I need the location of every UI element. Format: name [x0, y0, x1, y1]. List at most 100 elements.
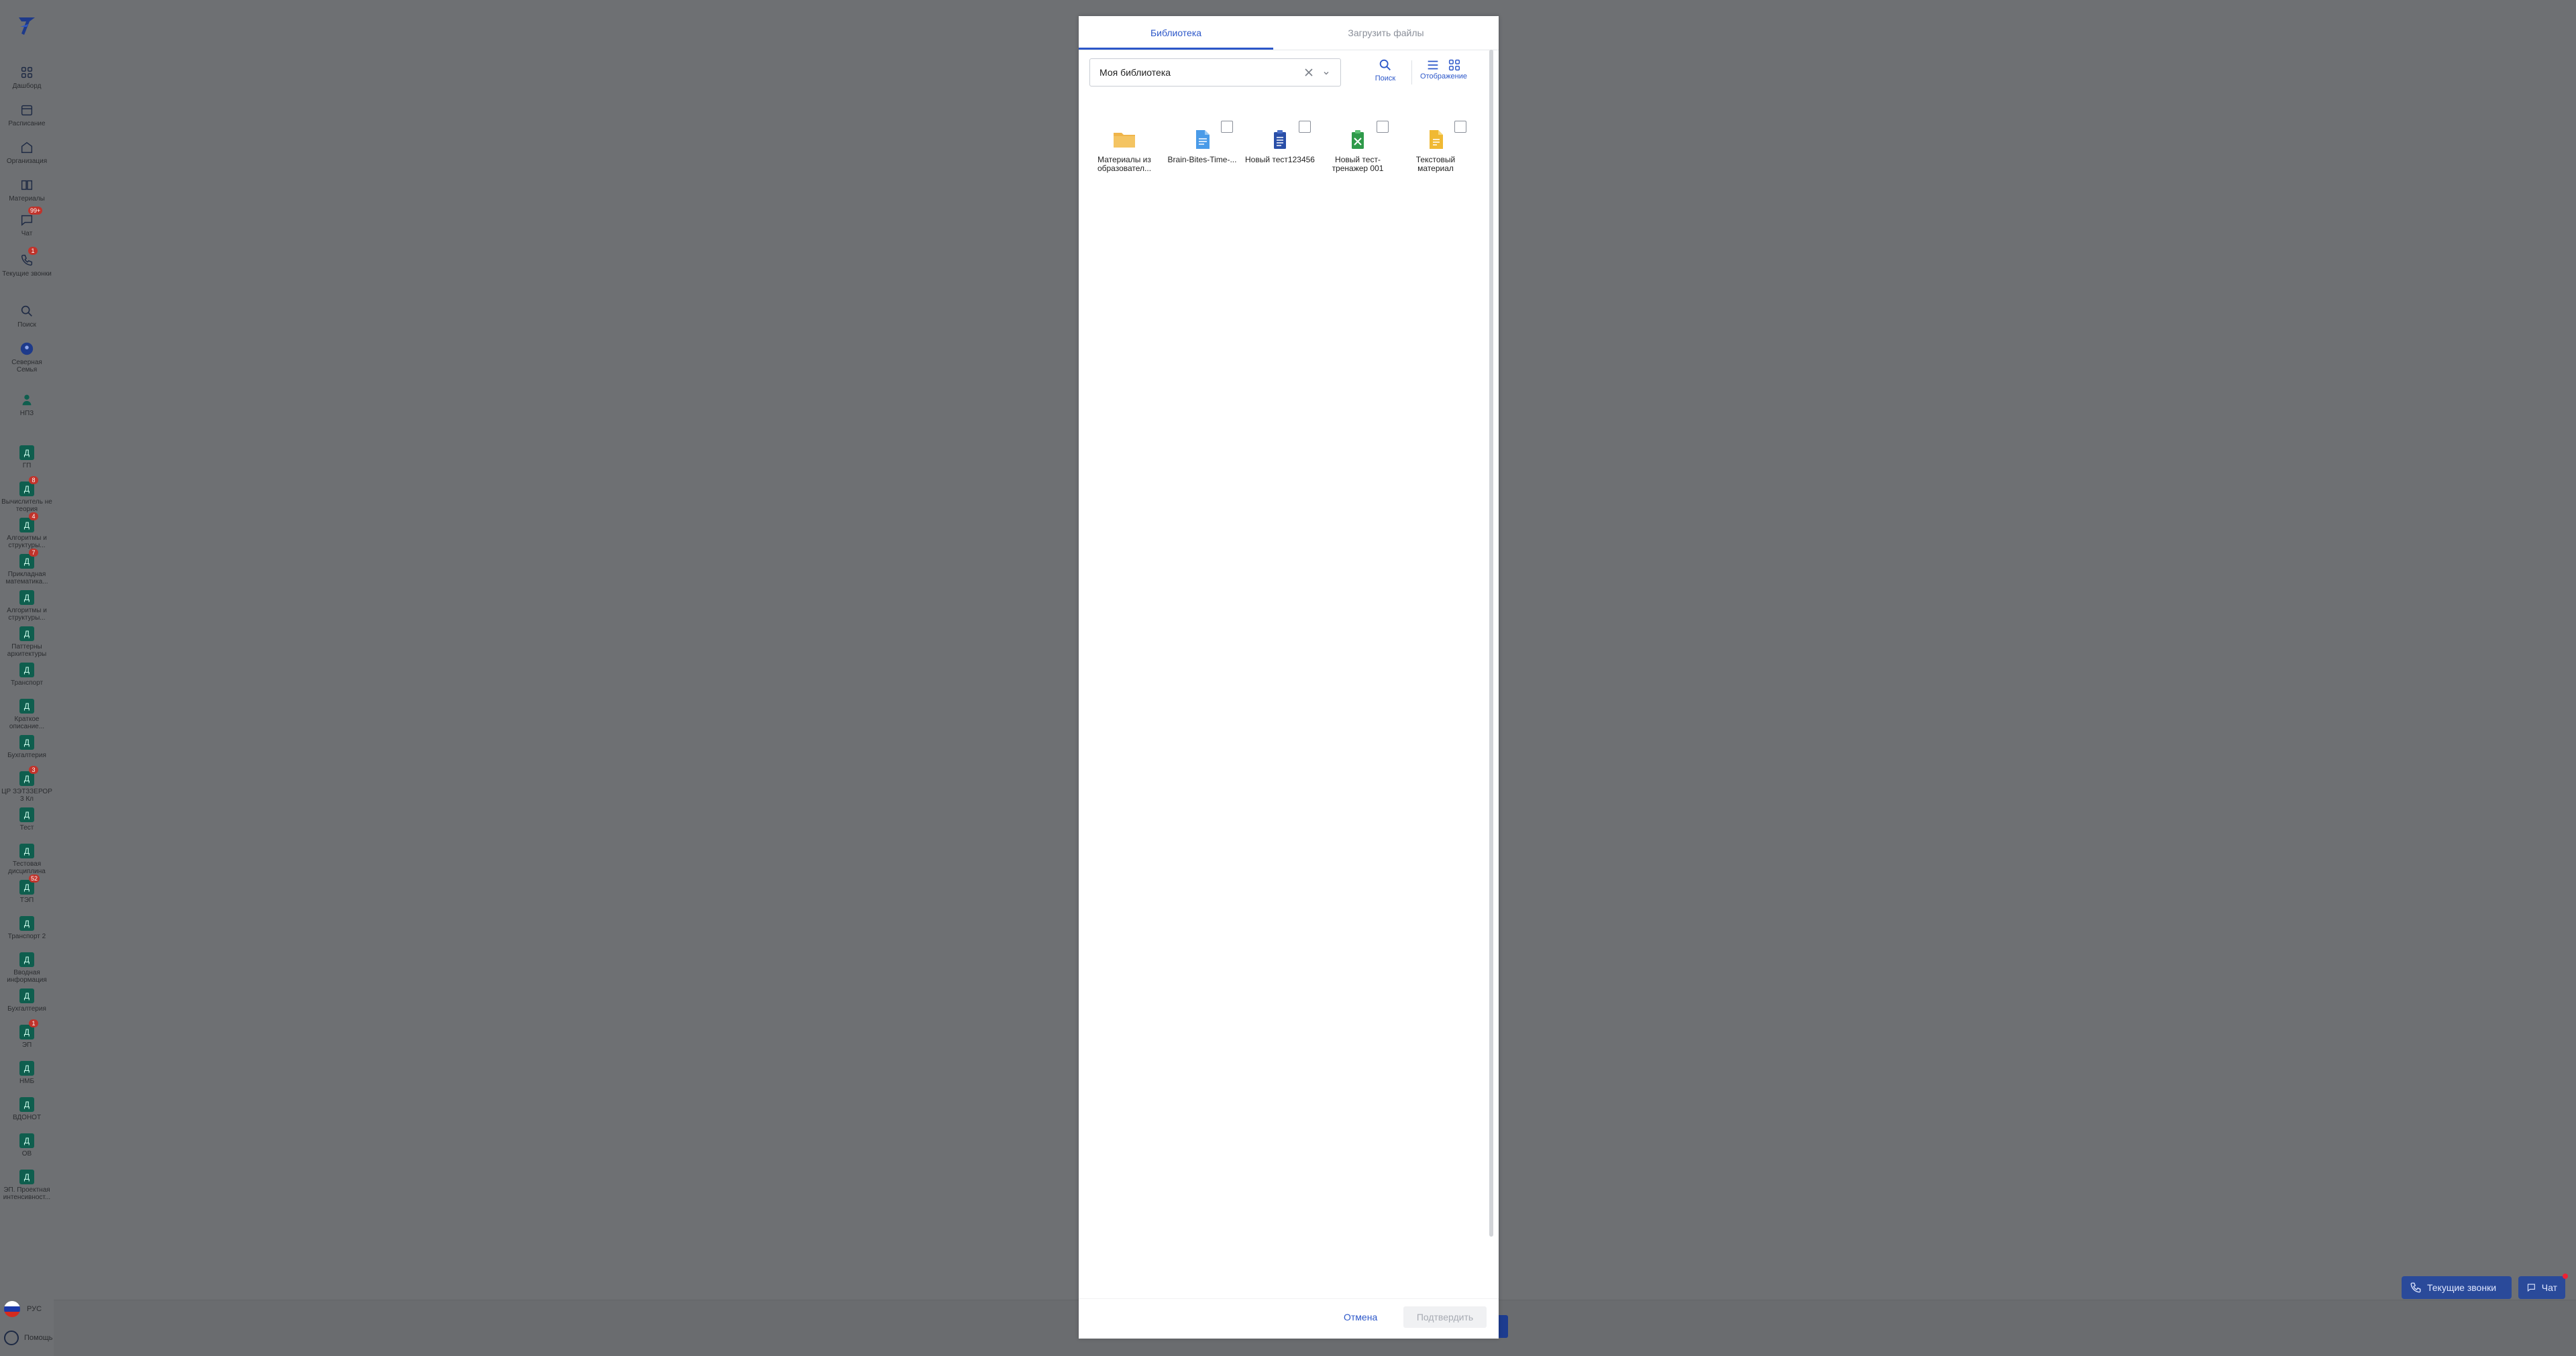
file-checkbox[interactable] — [1299, 121, 1311, 133]
notification-badge: 1 — [29, 1019, 38, 1027]
file-name: Brain-Bites-Time-... — [1167, 155, 1237, 164]
search-icon — [19, 303, 35, 319]
notification-badge: 7 — [29, 549, 38, 557]
sidebar-item-label: НПЗ — [19, 410, 34, 417]
notification-badge: 8 — [29, 476, 38, 484]
sidebar-course-item[interactable]: Д 4 Алгоритмы и структуры... — [0, 512, 54, 549]
course-avatar-icon: Д — [19, 1061, 34, 1076]
course-avatar-icon: Д — [19, 699, 34, 714]
file-name: Новый тест123456 — [1245, 155, 1315, 164]
sidebar-item-organization[interactable]: Организация — [0, 139, 54, 165]
sidebar-item-dashboard[interactable]: Дашборд — [0, 64, 54, 90]
clear-icon[interactable] — [1302, 66, 1316, 79]
sidebar-item-group-avatar[interactable]: Северная Семья — [0, 341, 54, 374]
sidebar-course-item[interactable]: Д Транспорт 2 — [0, 916, 54, 940]
sidebar-course-item[interactable]: Д 1 ЭП — [0, 1019, 54, 1049]
sidebar-course-item[interactable]: Д Тестовая дисциплина — [0, 844, 54, 875]
course-avatar-icon: Д — [19, 626, 34, 641]
sidebar-course-label: ГП — [22, 462, 32, 469]
organization-icon — [19, 139, 35, 156]
course-avatar-icon: Д — [19, 844, 34, 858]
chevron-down-icon[interactable] — [1322, 69, 1330, 77]
sidebar-course-label: Паттерны архитектуры — [7, 643, 47, 658]
chat-icon: 99+ — [19, 207, 43, 228]
sidebar-item-book[interactable]: Материалы — [0, 177, 54, 203]
sidebar-course-label: Вычислитель не теория — [1, 498, 52, 513]
confirm-button[interactable]: Подтвердить — [1403, 1306, 1487, 1328]
sidebar-course-item[interactable]: Д ЭП. Проектная интенсивност... — [0, 1170, 54, 1201]
sidebar-course-item[interactable]: Д 7 Прикладная математика... — [0, 549, 54, 585]
file-item-text-material[interactable]: Текстовый материал — [1401, 121, 1470, 173]
sidebar-course-item[interactable]: Д Тест — [0, 807, 54, 832]
sidebar-item-label: Текущие звонки — [2, 270, 52, 278]
file-checkbox[interactable] — [1221, 121, 1233, 133]
language-label: РУС — [27, 1305, 42, 1313]
sidebar-course-item[interactable]: Д 52 ТЭП — [0, 874, 54, 904]
sidebar-course-item[interactable]: Д 3 ЦР ЗЭТЗЗЕРОР 3 Кл — [0, 766, 54, 803]
course-avatar-icon: Д — [19, 445, 34, 460]
sidebar-item-person[interactable]: НПЗ — [0, 392, 54, 417]
file-item-document[interactable]: Brain-Bites-Time-... — [1167, 121, 1237, 164]
course-avatar-icon: Д — [19, 735, 34, 750]
phone-icon: 1 — [19, 247, 38, 268]
sidebar-course-item[interactable]: Д Краткое описание... — [0, 699, 54, 730]
sidebar-course-item[interactable]: Д ГП — [0, 445, 54, 469]
sidebar-item-label: Чат — [21, 230, 33, 237]
sidebar-course-label: Бухгалтерия — [7, 752, 46, 759]
clipboard-test-icon — [1267, 126, 1293, 153]
sidebar-course-item[interactable]: Д 8 Вычислитель не теория — [0, 476, 54, 513]
file-item-trainer[interactable]: Новый тест-тренажер 001 — [1323, 121, 1393, 173]
sidebar-course-label: ОВ — [21, 1150, 32, 1157]
sidebar-course-item[interactable]: Д НМБ — [0, 1061, 54, 1085]
course-avatar-icon: Д — [19, 590, 34, 605]
view-mode-toggle[interactable]: Отображение — [1417, 58, 1470, 80]
grid-view-icon[interactable] — [1447, 58, 1462, 72]
file-picker-modal: Библиотека Загрузить файлы Моя библиотек… — [1079, 16, 1499, 1339]
file-name: Новый тест-тренажер 001 — [1332, 155, 1384, 173]
file-item-folder[interactable]: Материалы из образовател... — [1089, 126, 1159, 173]
list-view-icon[interactable] — [1426, 58, 1440, 72]
help-icon — [4, 1331, 19, 1345]
sidebar-course-item[interactable]: Д Алгоритмы и структуры... — [0, 590, 54, 622]
trainer-icon — [1344, 126, 1371, 153]
course-avatar-icon: Д 52 — [19, 874, 40, 895]
sidebar-item-chat[interactable]: 99+ Чат — [0, 207, 54, 237]
sidebar-item-label: Организация — [6, 158, 48, 165]
app-logo-icon[interactable] — [15, 13, 39, 38]
notification-badge: 99+ — [28, 207, 43, 215]
sidebar-course-item[interactable]: Д ВДОНОТ — [0, 1097, 54, 1121]
help-button[interactable]: Помощь — [4, 1331, 53, 1345]
sidebar-item-search[interactable]: Поиск — [0, 303, 54, 329]
sidebar-course-label: ЦР ЗЭТЗЗЕРОР 3 Кл — [1, 788, 52, 803]
file-checkbox[interactable] — [1377, 121, 1389, 133]
sidebar-course-item[interactable]: Д Паттерны архитектуры — [0, 626, 54, 658]
tab-upload-files[interactable]: Загрузить файлы — [1289, 16, 1483, 50]
notification-badge: 52 — [29, 874, 40, 883]
chat-button[interactable]: Чат — [2518, 1274, 2568, 1299]
sidebar-course-label: Прикладная математика... — [5, 571, 48, 585]
course-avatar-icon: Д — [19, 1097, 34, 1112]
search-button[interactable]: Поиск — [1368, 58, 1402, 82]
cancel-button[interactable]: Отмена — [1338, 1306, 1383, 1328]
book-icon — [19, 177, 35, 193]
file-item-test[interactable]: Новый тест123456 — [1245, 121, 1315, 164]
sidebar-course-label: ВДОНОТ — [12, 1114, 42, 1121]
sidebar-item-label: Поиск — [17, 321, 36, 329]
sidebar-course-label: ТЭП — [19, 897, 34, 904]
sidebar-item-calendar[interactable]: Расписание — [0, 102, 54, 127]
sidebar-item-phone[interactable]: 1 Текущие звонки — [0, 247, 54, 278]
language-switcher[interactable]: РУС — [4, 1301, 42, 1317]
sidebar-course-item[interactable]: Д Транспорт — [0, 663, 54, 687]
sidebar-course-item[interactable]: Д ОВ — [0, 1133, 54, 1157]
sidebar-course-item[interactable]: Д Бухгалтерия — [0, 735, 54, 759]
course-avatar-icon: Д3 — [19, 766, 38, 786]
tab-library[interactable]: Библиотека — [1079, 16, 1273, 50]
sidebar-course-item[interactable]: Д Вводная информация — [0, 952, 54, 984]
library-select[interactable]: Моя библиотека — [1089, 58, 1341, 87]
scrollbar-thumb[interactable] — [1489, 50, 1493, 1237]
course-avatar-icon: Д4 — [19, 512, 38, 532]
sidebar-item-label: Расписание — [8, 120, 46, 127]
current-calls-button[interactable]: Текущие звонки — [2402, 1276, 2512, 1299]
file-checkbox[interactable] — [1454, 121, 1466, 133]
sidebar-course-item[interactable]: Д Бухгалтерия — [0, 988, 54, 1013]
